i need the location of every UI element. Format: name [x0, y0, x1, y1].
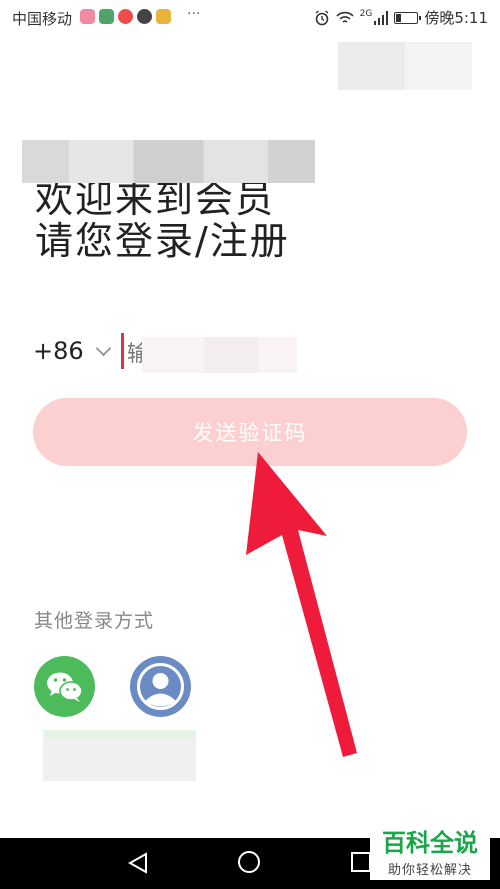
video-notification-icon [118, 9, 133, 24]
blurred-login-labels [43, 730, 196, 781]
country-code-selector[interactable]: +86 [33, 337, 111, 365]
signal-icon [374, 10, 389, 25]
user-icon [137, 663, 184, 710]
status-right-group: 2G 傍晚5:11 [314, 7, 488, 28]
app-notification-icon [80, 9, 95, 24]
network-type-label: 2G [359, 8, 373, 19]
account-login-button[interactable] [130, 656, 191, 717]
more-notifications-icon: ··· [187, 6, 201, 22]
map-notification-icon [99, 9, 114, 24]
text-cursor [121, 333, 124, 369]
watermark-title: 百科全说 [382, 829, 478, 857]
watermark-logo: 百科全说 助你轻松解决 [370, 828, 490, 880]
status-bar: 中国移动 ··· 2G 傍晚5:11 [0, 0, 500, 34]
photo-notification-icon [156, 9, 171, 24]
wechat-login-button[interactable] [34, 656, 95, 717]
wechat-icon [46, 672, 83, 702]
clock-label: 傍晚5:11 [424, 9, 488, 27]
annotation-arrow-shape [246, 452, 357, 757]
message-notification-icon [137, 9, 152, 24]
blurred-welcome-text [22, 140, 315, 183]
carrier-label: 中国移动 [12, 10, 73, 28]
watermark-subtitle: 助你轻松解决 [387, 863, 472, 878]
wifi-icon [336, 11, 354, 23]
alarm-icon [315, 9, 329, 25]
login-register-heading: 请您登录/注册 [35, 219, 290, 263]
recent-apps-icon[interactable] [351, 852, 371, 872]
chevron-down-icon [95, 340, 111, 356]
home-icon[interactable] [238, 851, 260, 873]
other-login-label: 其他登录方式 [34, 610, 155, 632]
send-verification-code-button[interactable]: 发送验证码 [33, 398, 467, 466]
battery-icon [394, 11, 422, 24]
back-icon[interactable] [128, 852, 148, 874]
country-code-label: +86 [33, 337, 84, 365]
blurred-input-placeholder [142, 337, 297, 373]
blurred-top-right-action [338, 42, 472, 90]
notification-icons [80, 9, 171, 24]
battery-level [396, 13, 402, 22]
